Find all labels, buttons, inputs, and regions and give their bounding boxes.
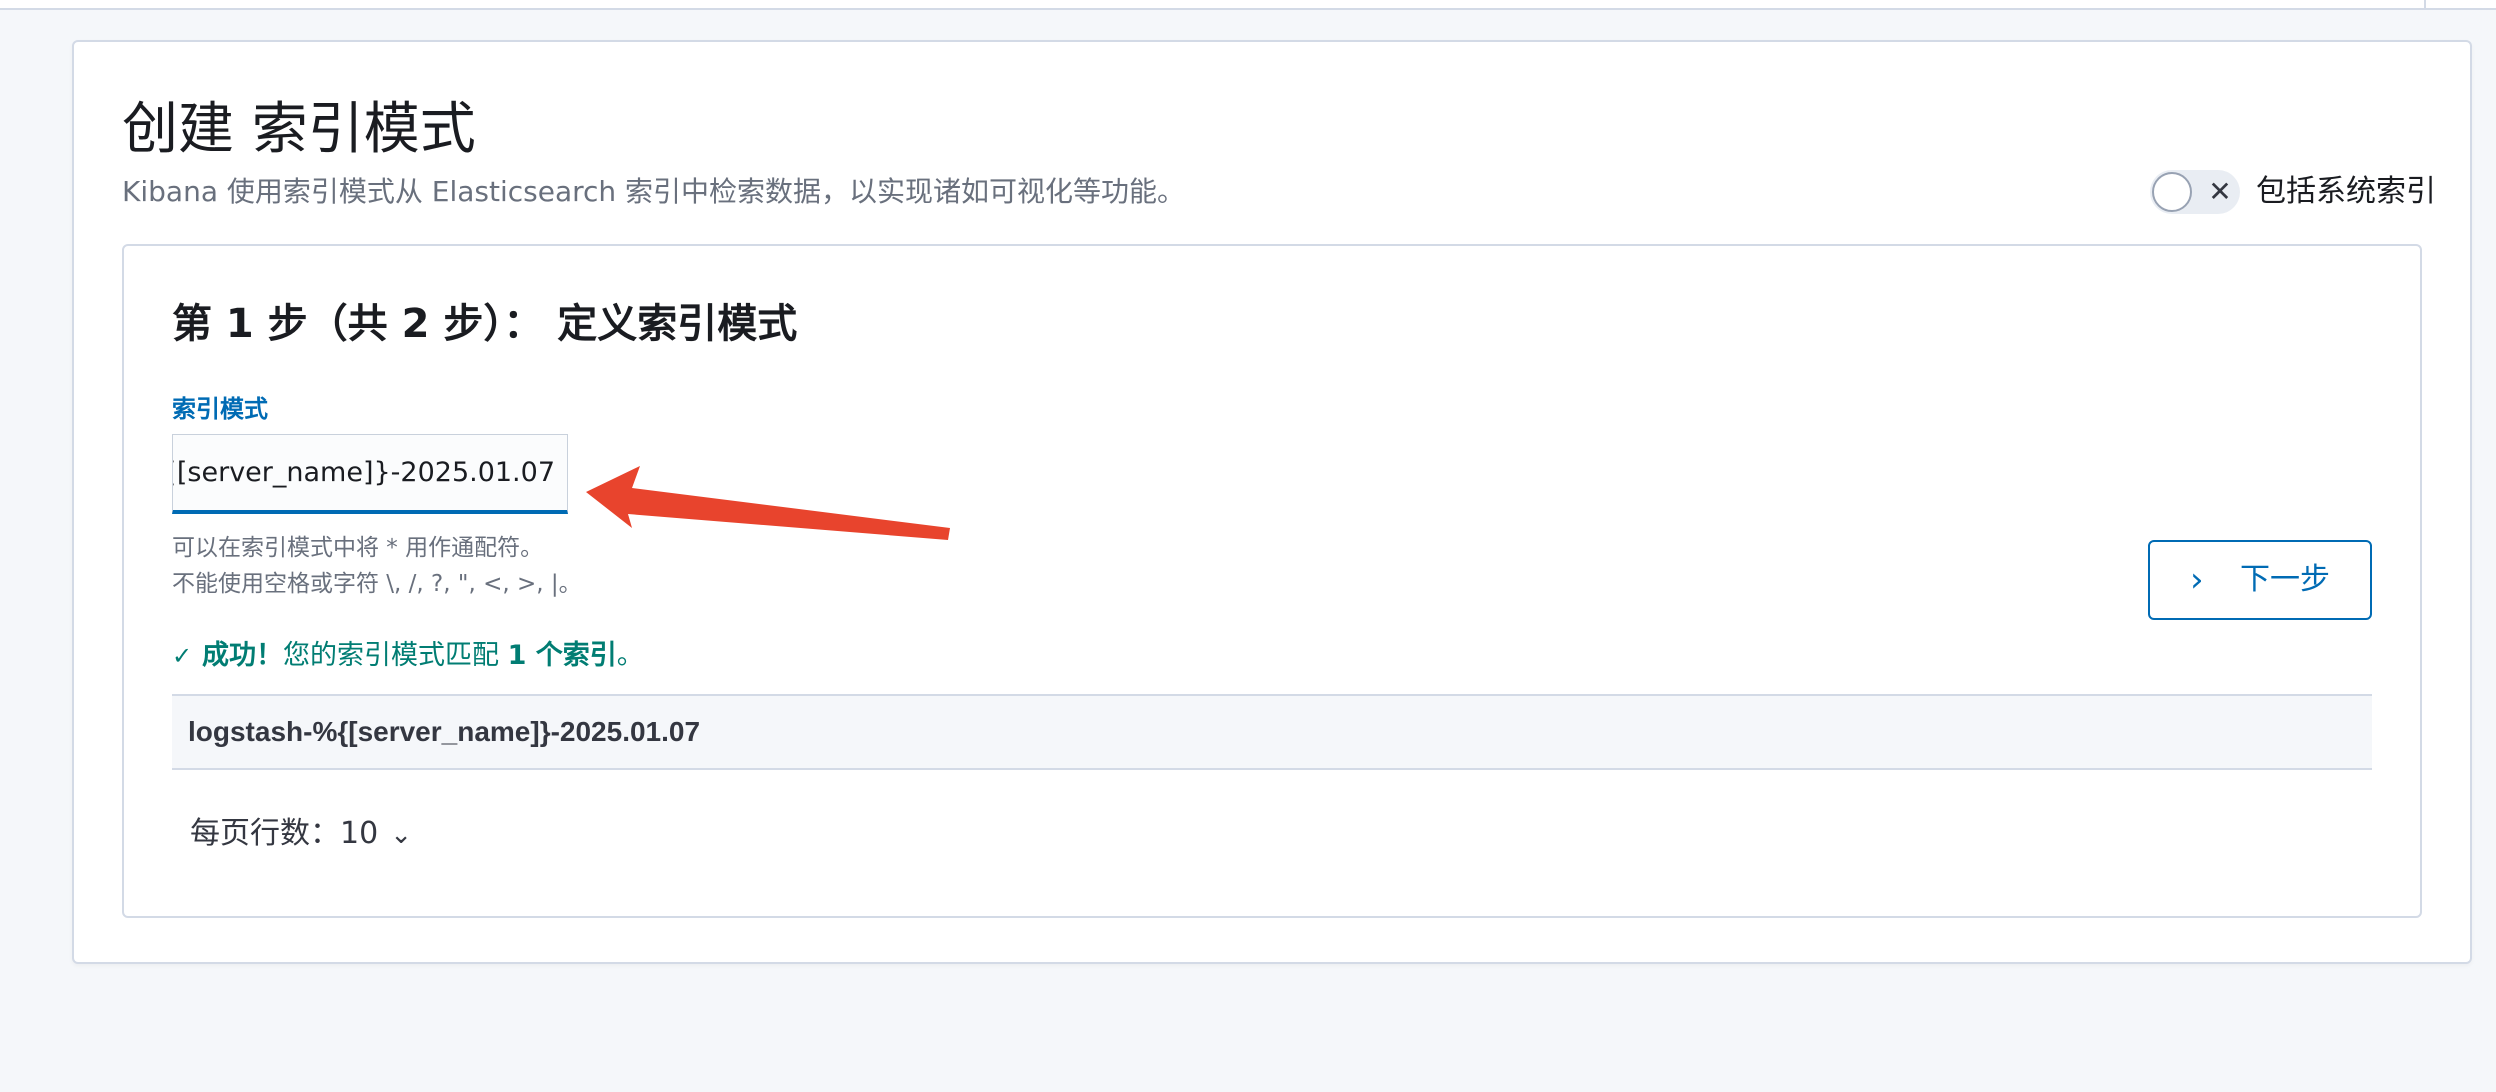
success-suffix: 。 bbox=[616, 640, 644, 671]
index-pattern-input[interactable]: logstash-%{[server_name]}-2025.01.07| bbox=[172, 434, 568, 514]
include-system-indices-toggle[interactable]: ✕ bbox=[2150, 170, 2240, 214]
success-middle: 您的索引模式匹配 bbox=[283, 640, 499, 671]
matching-indices-table: logstash-%{[server_name]}-2025.01.07 bbox=[172, 694, 2372, 770]
toggle-knob bbox=[2152, 172, 2192, 212]
table-row: logstash-%{[server_name]}-2025.01.07 bbox=[188, 716, 701, 747]
rows-per-page-selector[interactable]: 每页行数：10 ⌄ bbox=[190, 812, 412, 857]
chevron-down-icon: ⌄ bbox=[390, 820, 412, 850]
page-title: 创建 索引模式 bbox=[122, 97, 476, 162]
next-step-label: 下一步 bbox=[2240, 562, 2330, 597]
include-system-indices-label: 包括系统索引 bbox=[2256, 174, 2436, 209]
index-pattern-input-value: logstash-%{[server_name]}-2025.01.07 bbox=[173, 457, 555, 488]
top-bar bbox=[0, 0, 2496, 10]
success-prefix: 成功！ bbox=[202, 640, 283, 671]
wildcard-help-text: 可以在索引模式中将 * 用作通配符。 bbox=[172, 535, 544, 561]
match-success-message: ✓ 成功！您的索引模式匹配 1 个索引。 bbox=[172, 636, 644, 676]
next-step-button[interactable]: › 下一步 bbox=[2148, 540, 2372, 620]
cross-icon: ✕ bbox=[2208, 175, 2232, 208]
chevron-right-icon: › bbox=[2190, 560, 2204, 600]
check-icon: ✓ bbox=[172, 642, 193, 670]
rows-per-page-value: 10 bbox=[340, 816, 379, 851]
rows-per-page-label: 每页行数： bbox=[190, 816, 340, 851]
success-count: 1 个索引 bbox=[507, 640, 617, 671]
index-pattern-label: 索引模式 bbox=[172, 395, 268, 423]
page-description: Kibana 使用索引模式从 Elasticsearch 索引中检索数据，以实现… bbox=[122, 175, 1186, 208]
step-title: 第 1 步（共 2 步）： 定义索引模式 bbox=[172, 301, 798, 347]
invalid-chars-help-text: 不能使用空格或字符 \, /, ?, ", <, >, |。 bbox=[172, 571, 582, 597]
top-bar-divider bbox=[2424, 0, 2426, 8]
